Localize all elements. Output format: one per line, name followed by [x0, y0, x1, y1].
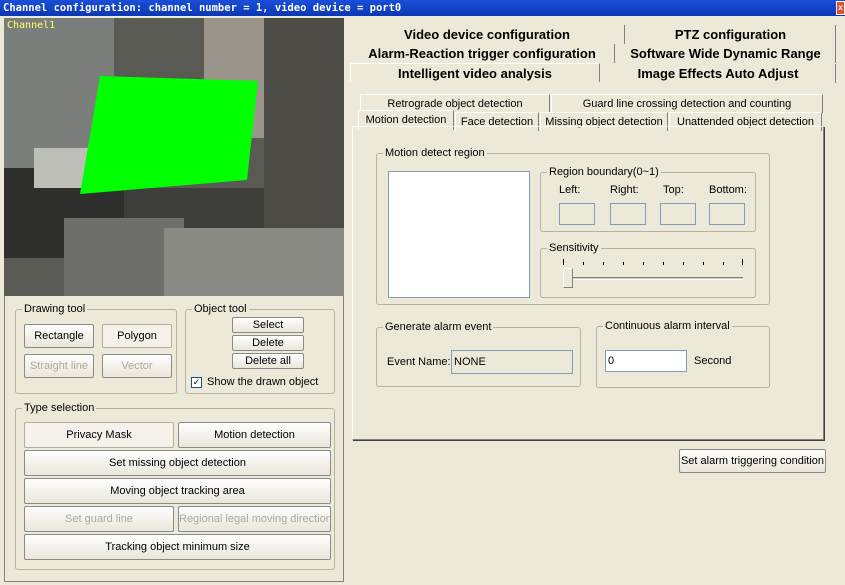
generate-alarm-group: Generate alarm event Event Name: NONE [376, 321, 581, 387]
event-name-field[interactable]: NONE [451, 350, 573, 374]
tab-guard-line[interactable]: Guard line crossing detection and counti… [551, 94, 823, 113]
motion-region-group: Motion detect region Region boundary(0~1… [376, 147, 770, 305]
drawn-polygon-mask [80, 76, 258, 194]
sensitivity-track [563, 277, 743, 280]
right-field[interactable] [610, 203, 646, 225]
set-guard-line-button[interactable]: Set guard line [24, 506, 174, 532]
tab-software-wdr[interactable]: Software Wide Dynamic Range [616, 44, 836, 63]
motion-detection-button[interactable]: Motion detection [178, 422, 331, 448]
alarm-interval-label: Continuous alarm interval [603, 320, 732, 332]
window-title: Channel configuration: channel number = … [3, 2, 402, 14]
tracking-min-size-button[interactable]: Tracking object minimum size [24, 534, 331, 560]
video-preview[interactable]: Channel1 [4, 18, 344, 296]
polygon-button[interactable]: Polygon [102, 324, 172, 348]
object-tool-group: Object tool Select Delete Delete all ✓ S… [185, 303, 335, 394]
left-label: Left: [559, 184, 581, 196]
type-selection-label: Type selection [22, 402, 97, 414]
bottom-label: Bottom: [709, 184, 747, 196]
motion-region-label: Motion detect region [383, 147, 487, 159]
set-missing-object-button[interactable]: Set missing object detection [24, 450, 331, 476]
drawing-tool-label: Drawing tool [22, 303, 88, 315]
tab-video-device[interactable]: Video device configuration [350, 25, 625, 44]
rectangle-button[interactable]: Rectangle [24, 324, 94, 348]
top-label: Top: [663, 184, 684, 196]
sensitivity-label: Sensitivity [547, 242, 601, 254]
select-button[interactable]: Select [232, 317, 304, 333]
moving-tracking-area-button[interactable]: Moving object tracking area [24, 478, 331, 504]
motion-detection-panel: Motion detect region Region boundary(0~1… [352, 126, 824, 440]
event-name-label: Event Name: [387, 356, 451, 368]
bottom-field[interactable] [709, 203, 745, 225]
channel-label: Channel1 [7, 20, 56, 31]
generate-alarm-label: Generate alarm event [383, 321, 494, 333]
tab-intelligent-video[interactable]: Intelligent video analysis [350, 63, 600, 82]
close-icon[interactable]: x [836, 1, 845, 15]
sensitivity-group: Sensitivity [540, 242, 756, 298]
delete-all-button[interactable]: Delete all [232, 353, 304, 369]
left-field[interactable] [559, 203, 595, 225]
alarm-interval-field[interactable]: 0 [605, 350, 687, 372]
region-boundary-label: Region boundary(0~1) [547, 166, 661, 178]
regional-direction-button[interactable]: Regional legal moving direction [178, 506, 331, 532]
straight-line-button[interactable]: Straight line [24, 354, 94, 378]
tab-image-effects[interactable]: Image Effects Auto Adjust [601, 64, 836, 83]
tab-ptz[interactable]: PTZ configuration [626, 25, 836, 44]
alarm-interval-group: Continuous alarm interval 0 Second [596, 320, 770, 388]
object-tool-label: Object tool [192, 303, 249, 315]
sensitivity-slider[interactable] [563, 268, 573, 288]
video-scene [4, 18, 344, 296]
window-title-bar: Channel configuration: channel number = … [0, 0, 845, 16]
type-selection-group: Type selection Privacy Mask Motion detec… [15, 402, 335, 570]
drawing-tool-group: Drawing tool Rectangle Polygon Straight … [15, 303, 177, 394]
tab-alarm-reaction[interactable]: Alarm-Reaction trigger configuration [350, 44, 615, 63]
top-field[interactable] [660, 203, 696, 225]
show-drawn-label: Show the drawn object [207, 376, 319, 388]
region-boundary-group: Region boundary(0~1) Left: Right: Top: B… [540, 166, 756, 232]
show-drawn-checkbox[interactable]: ✓ [191, 377, 202, 388]
set-alarm-condition-button[interactable]: Set alarm triggering condition [679, 449, 826, 473]
delete-button[interactable]: Delete [232, 335, 304, 351]
vector-button[interactable]: Vector [102, 354, 172, 378]
sensitivity-ticks [563, 259, 743, 265]
privacy-mask-button[interactable]: Privacy Mask [24, 422, 174, 448]
region-list[interactable] [388, 171, 530, 298]
right-label: Right: [610, 184, 639, 196]
interval-unit-label: Second [694, 355, 732, 367]
